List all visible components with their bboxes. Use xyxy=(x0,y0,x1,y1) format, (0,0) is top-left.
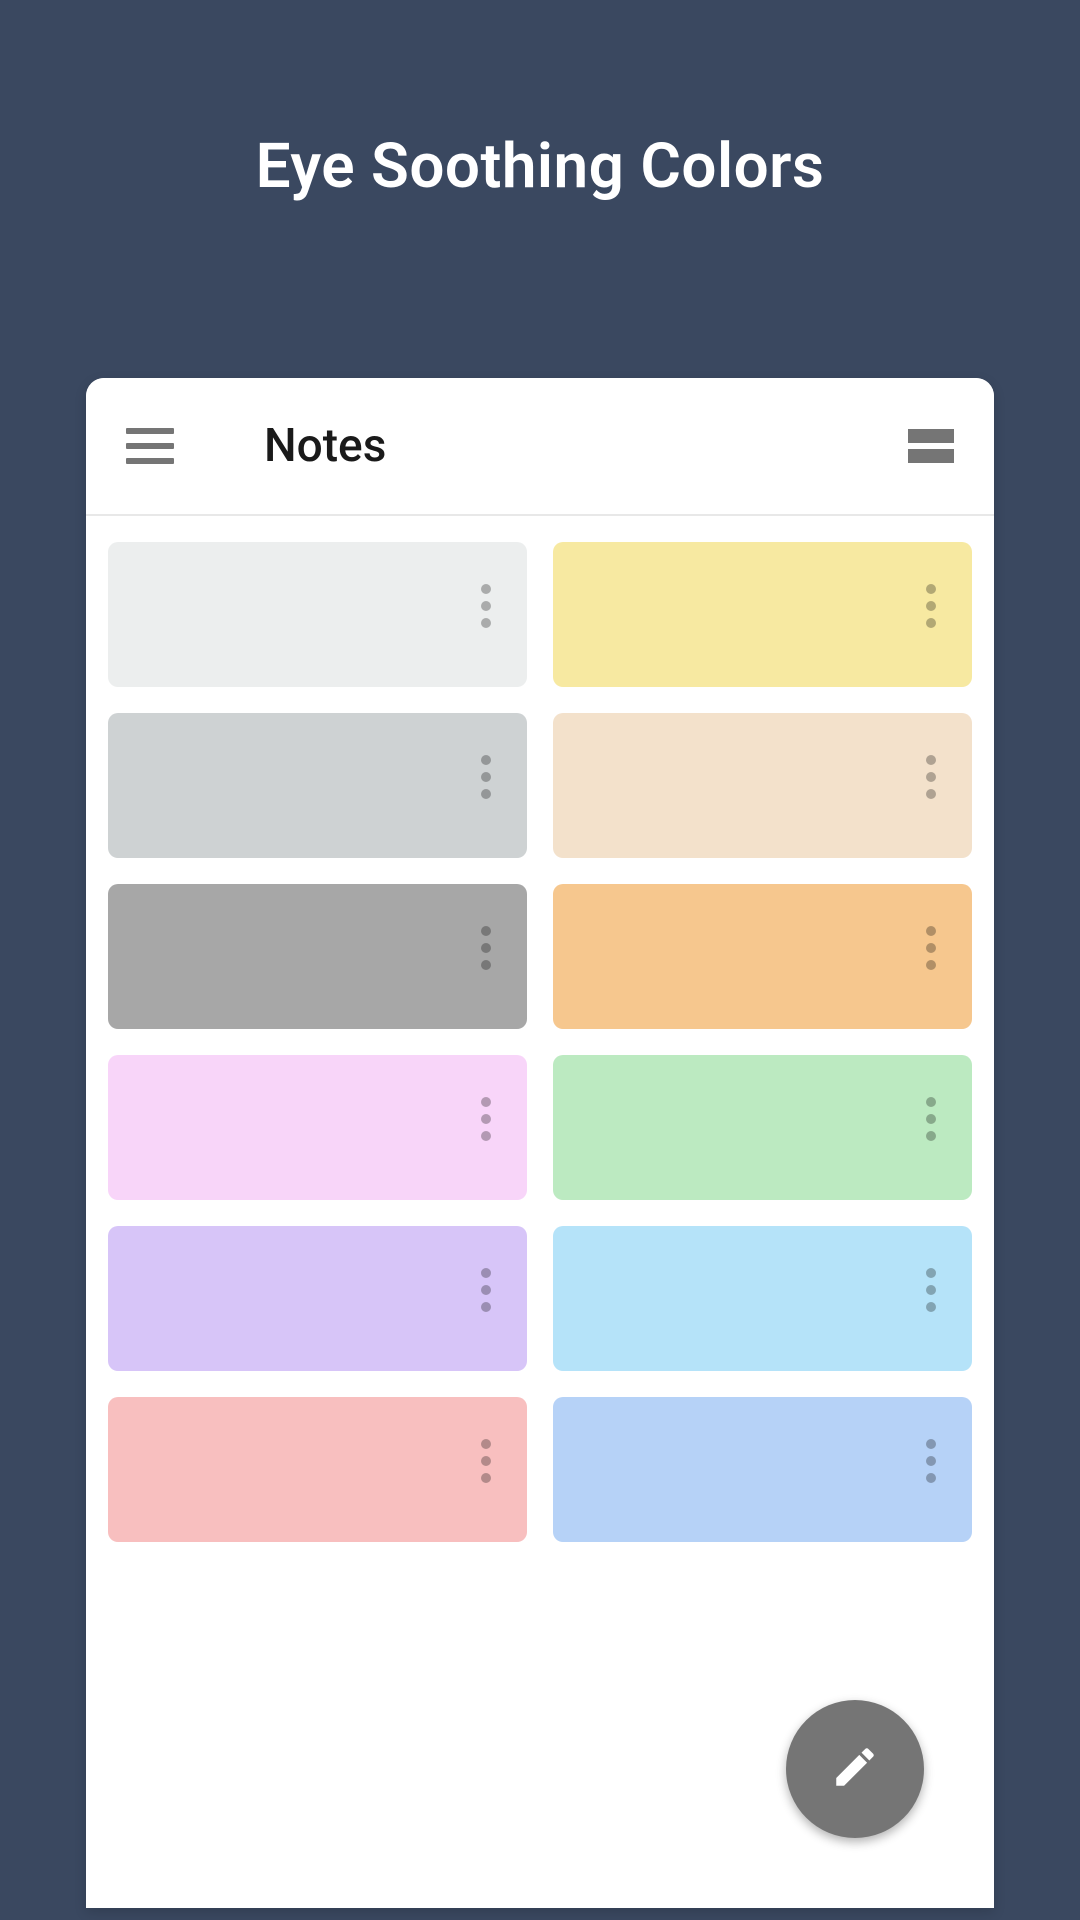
note-card[interactable] xyxy=(553,713,972,858)
more-vertical-icon[interactable] xyxy=(926,926,936,970)
more-vertical-icon[interactable] xyxy=(926,1097,936,1141)
more-vertical-icon[interactable] xyxy=(926,1439,936,1483)
more-vertical-icon[interactable] xyxy=(926,584,936,628)
hamburger-menu-icon[interactable] xyxy=(126,428,174,464)
new-note-fab[interactable] xyxy=(786,1700,924,1838)
more-vertical-icon[interactable] xyxy=(481,1268,491,1312)
note-card[interactable] xyxy=(553,1397,972,1542)
page-title: Eye Soothing Colors xyxy=(0,0,1080,203)
more-vertical-icon[interactable] xyxy=(926,1268,936,1312)
more-vertical-icon[interactable] xyxy=(481,926,491,970)
note-card[interactable] xyxy=(553,884,972,1029)
note-card[interactable] xyxy=(108,884,527,1029)
device-frame: Notes xyxy=(86,378,994,1908)
note-card[interactable] xyxy=(553,542,972,687)
more-vertical-icon[interactable] xyxy=(481,1439,491,1483)
note-card[interactable] xyxy=(108,1226,527,1371)
note-card[interactable] xyxy=(108,542,527,687)
more-vertical-icon[interactable] xyxy=(481,584,491,628)
note-card[interactable] xyxy=(108,713,527,858)
app-title: Notes xyxy=(264,419,908,473)
note-card[interactable] xyxy=(108,1397,527,1542)
note-card[interactable] xyxy=(108,1055,527,1200)
notes-grid xyxy=(86,516,994,1568)
more-vertical-icon[interactable] xyxy=(926,755,936,799)
note-card[interactable] xyxy=(553,1226,972,1371)
pencil-icon xyxy=(830,1742,880,1796)
view-toggle-icon[interactable] xyxy=(908,429,954,463)
more-vertical-icon[interactable] xyxy=(481,755,491,799)
note-card[interactable] xyxy=(553,1055,972,1200)
more-vertical-icon[interactable] xyxy=(481,1097,491,1141)
app-header: Notes xyxy=(86,378,994,516)
